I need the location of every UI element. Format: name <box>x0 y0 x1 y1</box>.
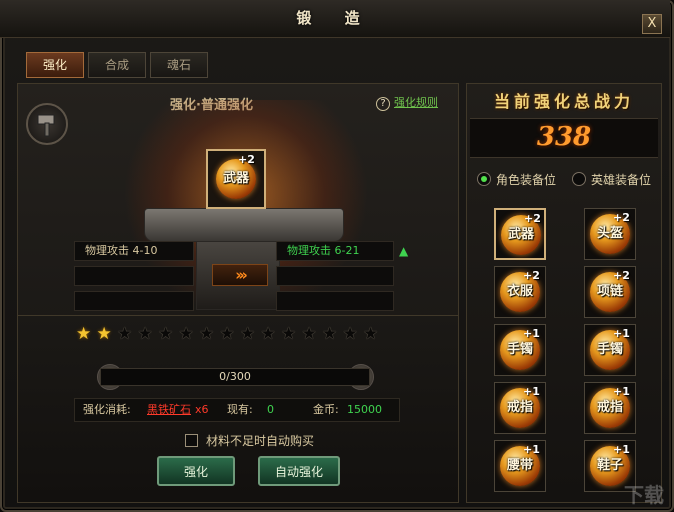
equip-item-level: +1 <box>613 327 630 340</box>
equip-item-level: +2 <box>613 269 630 282</box>
equip-slot[interactable]: 戒指 +1 <box>584 382 636 434</box>
power-value: 338 <box>536 122 592 152</box>
equip-item-level: +1 <box>613 385 630 398</box>
star-empty-icon: ★ <box>281 324 297 344</box>
anvil <box>144 208 344 242</box>
cost-label: 强化消耗: <box>83 403 131 416</box>
up-arrow-icon: ▲ <box>399 244 409 258</box>
material-qty: x6 <box>195 403 209 416</box>
triple-chevron-right-icon: ››› <box>212 264 268 286</box>
close-icon: X <box>647 16 657 31</box>
star-empty-icon: ★ <box>260 324 276 344</box>
role-equip-label: 角色装备位 <box>496 173 557 187</box>
progress-bar: 0/300 <box>100 368 370 386</box>
title-bar: 锻 造 X <box>0 0 670 38</box>
star-empty-icon: ★ <box>199 324 215 344</box>
hero-equip-label: 英雄装备位 <box>591 173 652 187</box>
star-empty-icon: ★ <box>342 324 358 344</box>
equip-item-level: +1 <box>613 443 630 456</box>
star-empty-icon: ★ <box>363 324 379 344</box>
star-filled-icon: ★ <box>76 324 92 344</box>
equip-slot[interactable]: 衣服 +2 <box>494 266 546 318</box>
equip-slot[interactable]: 项链 +2 <box>584 266 636 318</box>
material-name[interactable]: 黑铁矿石 <box>147 399 191 421</box>
rules-link[interactable]: ? 强化规则 <box>376 94 438 111</box>
power-title: 当前强化总战力 <box>493 92 634 111</box>
next-stat: 物理攻击 6-21 <box>276 241 394 261</box>
cost-row: 强化消耗: 黑铁矿石 x6 现有: 0 金币: 15000 <box>74 398 400 422</box>
auto-buy-checkbox[interactable] <box>185 434 198 447</box>
equip-slot[interactable]: 武器 +2 <box>494 208 546 260</box>
tab-combine[interactable]: 合成 <box>88 52 146 78</box>
star-empty-icon: ★ <box>322 324 338 344</box>
equip-slot[interactable]: 手镯 +1 <box>494 324 546 376</box>
equip-item-level: +2 <box>613 211 630 224</box>
equip-item-level: +2 <box>524 212 541 225</box>
owned-label: 现有: <box>227 403 253 416</box>
equip-slot[interactable]: 手镯 +1 <box>584 324 636 376</box>
hero-equip-radio[interactable] <box>572 172 586 186</box>
strengthen-button[interactable]: 强化 <box>157 456 235 486</box>
star-empty-icon: ★ <box>137 324 153 344</box>
watermark: 下载 <box>624 483 664 507</box>
equip-slot[interactable]: 腰带 +1 <box>494 440 546 492</box>
star-empty-icon: ★ <box>240 324 256 344</box>
progress-text: 0/300 <box>219 370 251 383</box>
current-stat-empty-2 <box>74 291 194 311</box>
current-stat: 物理攻击 4-10 <box>74 241 194 261</box>
star-empty-icon: ★ <box>158 324 174 344</box>
star-empty-icon: ★ <box>219 324 235 344</box>
tab-soulstone[interactable]: 魂石 <box>150 52 208 78</box>
window-title: 锻 造 <box>296 9 374 27</box>
auto-buy-label: 材料不足时自动购买 <box>206 434 315 448</box>
equip-slot[interactable]: 头盔 +2 <box>584 208 636 260</box>
star-filled-icon: ★ <box>96 324 112 344</box>
rules-link-label: 强化规则 <box>394 96 438 109</box>
role-equip-radio[interactable] <box>477 172 491 186</box>
equip-item-level: +1 <box>523 327 540 340</box>
equip-item-level: +1 <box>523 385 540 398</box>
star-empty-icon: ★ <box>301 324 317 344</box>
hammer-icon[interactable] <box>26 103 68 145</box>
auto-strengthen-button[interactable]: 自动强化 <box>258 456 340 486</box>
equip-item-level: +2 <box>523 269 540 282</box>
target-item-slot[interactable]: 武器 +2 <box>206 149 266 209</box>
close-button[interactable]: X <box>642 14 662 34</box>
equip-item-level: +1 <box>523 443 540 456</box>
equip-slot[interactable]: 戒指 +1 <box>494 382 546 434</box>
next-stat-empty <box>276 266 394 286</box>
target-item-level: +2 <box>238 153 255 166</box>
star-empty-icon: ★ <box>117 324 133 344</box>
owned-value: 0 <box>267 403 274 416</box>
gold-label: 金币: <box>313 403 339 416</box>
current-stat-empty <box>74 266 194 286</box>
next-stat-empty-2 <box>276 291 394 311</box>
tab-strengthen[interactable]: 强化 <box>26 52 84 78</box>
help-icon: ? <box>376 97 390 111</box>
gold-value: 15000 <box>347 403 382 416</box>
star-empty-icon: ★ <box>178 324 194 344</box>
